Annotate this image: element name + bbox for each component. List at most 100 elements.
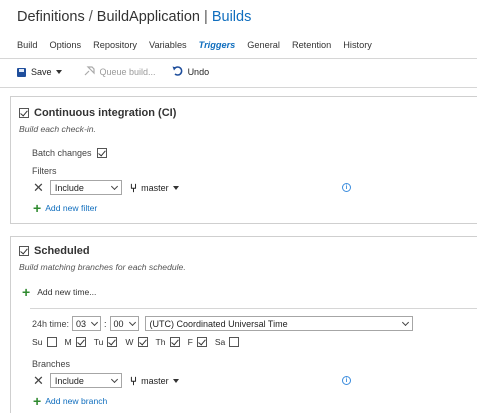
info-icon[interactable]: i (342, 183, 351, 192)
save-icon (17, 67, 26, 77)
ci-filter-row: ✕ Include ⑂ master (33, 180, 179, 195)
day-checkbox[interactable] (169, 337, 180, 347)
page-title: Definitions / BuildApplication | Builds (17, 9, 251, 25)
scheduled-subtitle: Build matching branches for each schedul… (19, 262, 186, 272)
day-checkbox[interactable] (75, 337, 86, 347)
breadcrumb-builds[interactable]: Builds (212, 9, 252, 25)
minute-value: 00 (113, 318, 124, 329)
filters-label-row: Filters (32, 166, 57, 176)
ci-enable-checkbox[interactable] (19, 108, 29, 118)
ci-title: Continuous integration (CI) (34, 107, 177, 119)
tab-build[interactable]: Build (17, 40, 37, 50)
breadcrumb-build-application[interactable]: BuildApplication (97, 9, 200, 25)
remove-filter-icon[interactable]: ✕ (33, 181, 44, 194)
remove-branch-icon[interactable]: ✕ (33, 374, 44, 387)
ci-filter-type-value: Include (54, 182, 84, 193)
tab-general[interactable]: General (247, 40, 280, 50)
batch-changes-row: Batch changes (32, 148, 107, 158)
branches-label: Branches (32, 359, 71, 369)
day-label: M (64, 337, 72, 347)
scheduled-filter-type-select[interactable]: Include (49, 373, 122, 388)
branches-label-row: Branches (32, 359, 70, 369)
day-checkbox[interactable] (107, 337, 118, 347)
schedule-divider (30, 308, 477, 309)
day-checkbox[interactable] (137, 337, 148, 347)
tabs-divider (0, 58, 477, 59)
day-label: Th (155, 337, 166, 347)
scheduled-enable-checkbox[interactable] (19, 246, 29, 256)
day-label: Tu (93, 337, 104, 347)
add-icon: + (33, 393, 42, 409)
day-selector: Su M Tu W Th F Sa (32, 337, 247, 347)
hour-value: 03 (76, 318, 87, 329)
chevron-down-icon (128, 318, 136, 326)
hour-select[interactable]: 03 (72, 316, 102, 331)
day-checkbox[interactable] (229, 337, 240, 347)
branch-icon: ⑂ (129, 180, 138, 195)
chevron-down-icon (401, 318, 409, 326)
day-thursday[interactable]: Th (156, 337, 180, 347)
day-label: F (187, 337, 193, 347)
day-label: W (125, 337, 134, 347)
undo-icon (172, 66, 183, 78)
info-icon[interactable]: i (342, 376, 351, 385)
add-new-branch-link[interactable]: Add new branch (45, 396, 107, 406)
tab-history[interactable]: History (343, 40, 372, 50)
add-branch-row[interactable]: + Add new branch (33, 393, 107, 409)
queue-build-button[interactable]: Queue build... (84, 66, 156, 78)
add-time-row[interactable]: + Add new time... (22, 284, 96, 300)
chevron-down-icon (110, 375, 118, 383)
tab-variables[interactable]: Variables (149, 40, 187, 50)
time-label: 24h time: (32, 318, 70, 329)
breadcrumb-definitions[interactable]: Definitions (17, 9, 85, 25)
minute-select[interactable]: 00 (109, 316, 139, 331)
batch-changes-label: Batch changes (32, 148, 92, 158)
day-checkbox[interactable] (196, 337, 207, 347)
tab-repository[interactable]: Repository (93, 40, 137, 50)
day-tuesday[interactable]: Tu (94, 337, 118, 347)
time-row: 24h time: 03 : 00 (UTC) Coordinated Univ… (32, 316, 413, 331)
day-monday[interactable]: M (65, 337, 86, 347)
day-friday[interactable]: F (188, 337, 207, 347)
day-saturday[interactable]: Sa (215, 337, 240, 347)
day-sunday[interactable]: Su (32, 337, 57, 347)
timezone-select[interactable]: (UTC) Coordinated Universal Time (144, 316, 413, 331)
toolbar-divider (0, 87, 477, 88)
ci-filter-branch[interactable]: master (141, 183, 169, 193)
ci-filter-type-select[interactable]: Include (49, 180, 122, 195)
day-label: Sa (214, 337, 226, 347)
branch-dropdown-icon[interactable] (172, 378, 179, 383)
definition-tabs: Build Options Repository Variables Trigg… (17, 40, 384, 50)
time-colon: : (104, 318, 107, 329)
day-checkbox[interactable] (46, 337, 57, 347)
add-filter-row[interactable]: + Add new filter (33, 200, 97, 216)
tab-retention[interactable]: Retention (292, 40, 331, 50)
add-new-filter-link[interactable]: Add new filter (45, 203, 97, 213)
scheduled-filter-type-value: Include (54, 375, 84, 386)
save-button[interactable]: Save (17, 67, 62, 77)
scheduled-filter-row: ✕ Include ⑂ master (33, 373, 179, 388)
day-label: Su (32, 337, 43, 347)
ci-subtitle: Build each check-in. (19, 124, 96, 134)
timezone-value: (UTC) Coordinated Universal Time (149, 318, 288, 329)
undo-label: Undo (187, 67, 210, 77)
save-dropdown-icon (55, 70, 62, 74)
add-icon: + (22, 284, 31, 300)
add-icon: + (33, 200, 42, 216)
undo-button[interactable]: Undo (172, 66, 210, 78)
branch-dropdown-icon[interactable] (172, 185, 179, 190)
scheduled-title: Scheduled (34, 245, 90, 257)
add-new-time-link[interactable]: Add new time... (37, 287, 96, 297)
breadcrumb-pipe: | (204, 9, 208, 25)
batch-changes-checkbox[interactable] (96, 148, 107, 158)
save-label: Save (31, 67, 52, 77)
tab-triggers[interactable]: Triggers (199, 40, 236, 50)
scheduled-filter-branch[interactable]: master (141, 376, 169, 386)
chevron-down-icon (110, 182, 118, 190)
chevron-down-icon (90, 318, 99, 326)
day-wednesday[interactable]: W (125, 337, 148, 347)
tab-options[interactable]: Options (49, 40, 81, 50)
toolbar: Save Queue build... Undo (17, 66, 209, 78)
breadcrumb-separator: / (88, 9, 93, 25)
queue-build-label: Queue build... (99, 67, 156, 77)
